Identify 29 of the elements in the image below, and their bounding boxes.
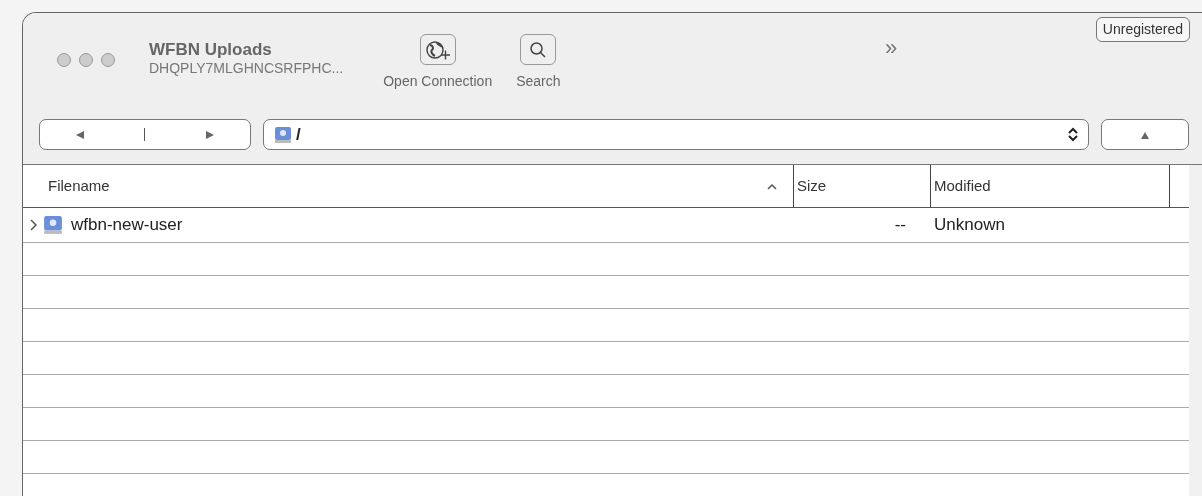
search-button[interactable]: Search — [516, 34, 561, 92]
sort-ascending-icon — [767, 182, 777, 190]
drive-icon — [274, 125, 292, 144]
minimize-window-button[interactable] — [79, 53, 93, 67]
search-icon — [529, 40, 548, 59]
globe-plus-icon — [424, 38, 451, 61]
column-header[interactable]: Filename — [23, 174, 793, 198]
registration-status[interactable]: Unregistered — [1095, 17, 1190, 42]
parent-folder-button[interactable] — [1101, 119, 1189, 150]
open-connection-button[interactable]: Open Connection — [383, 34, 493, 92]
modified-cell: Unknown — [934, 215, 1005, 235]
drive-icon — [43, 215, 63, 235]
window-subtitle: DHQPLY7MLGHNCSRFPHC... — [149, 60, 344, 76]
back-forward-control[interactable] — [39, 119, 251, 150]
right-triangle-icon — [205, 130, 216, 141]
column-header[interactable]: Size — [794, 174, 930, 198]
close-window-button[interactable] — [57, 53, 71, 67]
path-text: / — [296, 123, 301, 146]
filename-cell-text: wfbn-new-user — [71, 214, 183, 237]
chevron-updown-icon — [1068, 127, 1078, 142]
window-title: WFBN Uploads — [149, 40, 273, 60]
column-header[interactable]: Modified — [931, 174, 1169, 198]
left-triangle-icon — [74, 130, 85, 141]
disclosure-right-icon[interactable] — [29, 219, 37, 231]
zoom-window-button[interactable] — [101, 53, 115, 67]
path-selector[interactable]: / — [263, 119, 1089, 150]
toolbar-overflow-button[interactable]: » — [885, 37, 898, 59]
up-triangle-icon — [1140, 130, 1150, 140]
size-cell: -- — [894, 215, 906, 235]
